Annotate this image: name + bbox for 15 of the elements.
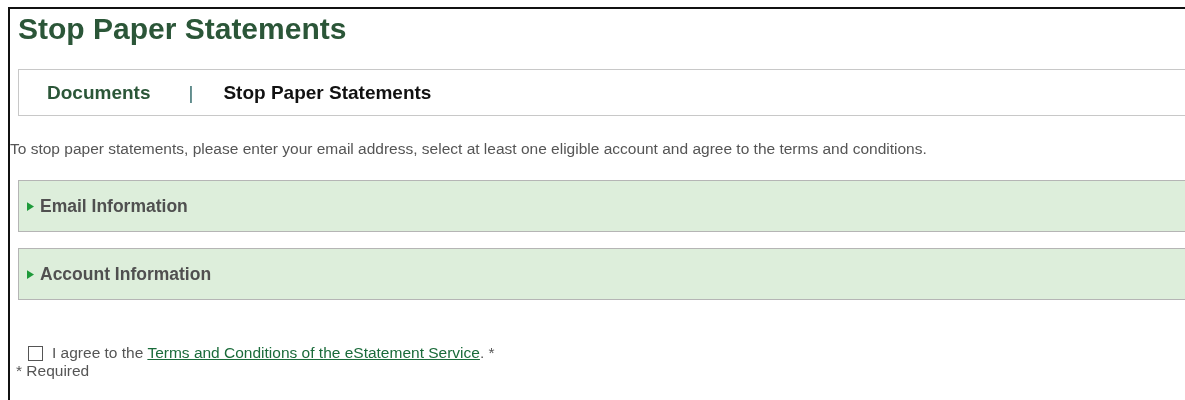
caret-right-icon bbox=[27, 201, 34, 211]
breadcrumb-link[interactable]: Documents bbox=[47, 81, 151, 104]
caret-right-icon bbox=[27, 269, 34, 279]
terms-link[interactable]: Terms and Conditions of the eStatement Service bbox=[147, 344, 480, 361]
page-title: Stop Paper Statements bbox=[18, 11, 348, 47]
section-header[interactable]: Email Information bbox=[18, 180, 1185, 232]
section-title: Email Information bbox=[40, 195, 188, 217]
breadcrumb-separator: | bbox=[188, 81, 194, 104]
required-note: * Required bbox=[16, 362, 91, 380]
section-title: Account Information bbox=[40, 263, 212, 285]
instruction-text: To stop paper statements, please enter your email address, select at least one eligible account and agree to the terms and conditions. bbox=[10, 140, 928, 158]
agreement-text: I agree to the Terms and Conditions of the eStatement Service. * bbox=[52, 344, 495, 362]
breadcrumb-current: Stop Paper Statements bbox=[223, 81, 432, 104]
section-header[interactable]: Account Information bbox=[18, 248, 1185, 300]
agree-checkbox[interactable] bbox=[28, 345, 43, 361]
